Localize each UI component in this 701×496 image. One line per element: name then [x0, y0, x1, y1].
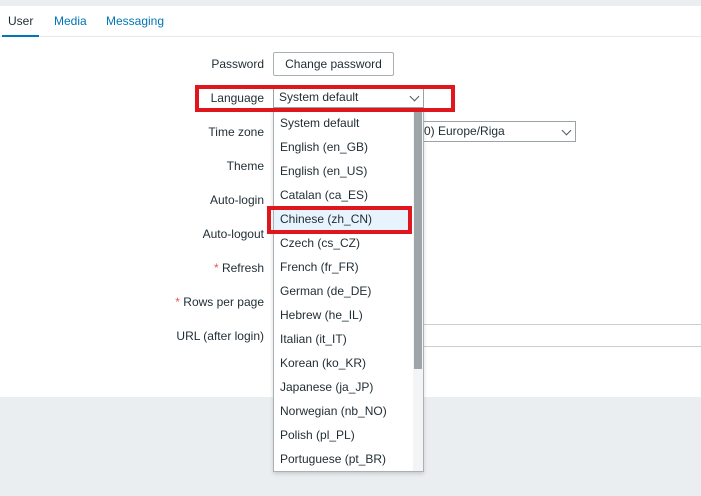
language-select[interactable]: System default [273, 87, 424, 108]
password-label: Password [211, 57, 264, 71]
chevron-down-icon [409, 91, 420, 102]
language-dropdown-list[interactable]: System default English (en_GB) English (… [273, 109, 424, 472]
language-option[interactable]: Norwegian (nb_NO) [274, 399, 412, 423]
url-after-login-input[interactable] [420, 324, 701, 347]
language-option[interactable]: Polish (pl_PL) [274, 423, 412, 447]
rows-per-page-label: * Rows per page [0, 295, 264, 309]
language-option[interactable]: English (en_US) [274, 159, 412, 183]
rows-per-page-label-text: Rows per page [183, 295, 264, 309]
timezone-label: Time zone [208, 125, 264, 139]
refresh-label: * Refresh [0, 261, 264, 275]
language-option-highlighted[interactable]: Chinese (zh_CN) [274, 207, 412, 231]
change-password-button[interactable]: Change password [273, 52, 394, 76]
tab-user[interactable]: User [2, 6, 40, 37]
language-option[interactable]: French (fr_FR) [274, 255, 412, 279]
required-marker: * [213, 261, 219, 275]
timezone-select-value: 0) Europe/Riga [424, 124, 505, 138]
language-option[interactable]: Catalan (ca_ES) [274, 183, 412, 207]
language-option[interactable]: System default [274, 111, 412, 135]
autologin-label: Auto-login [209, 193, 264, 207]
language-option[interactable]: Korean (ko_KR) [274, 351, 412, 375]
required-marker: * [175, 295, 180, 309]
language-option[interactable]: Italian (it_IT) [274, 327, 412, 351]
theme-label: Theme [226, 159, 264, 173]
language-option[interactable]: Portuguese (pt_BR) [274, 447, 412, 471]
dropdown-scrollbar[interactable] [413, 110, 423, 471]
autologout-label: Auto-logout [202, 227, 264, 241]
language-option[interactable]: German (de_DE) [274, 279, 412, 303]
tab-media[interactable]: Media [48, 6, 93, 37]
language-option[interactable]: English (en_GB) [274, 135, 412, 159]
chevron-down-icon [561, 125, 572, 136]
language-option[interactable]: Czech (cs_CZ) [274, 231, 412, 255]
language-option[interactable]: Japanese (ja_JP) [274, 375, 412, 399]
scrollbar-thumb[interactable] [414, 111, 422, 369]
url-after-login-label: URL (after login) [176, 329, 264, 343]
timezone-select[interactable]: 0) Europe/Riga [420, 121, 576, 142]
tab-bar: User Media Messaging [0, 6, 701, 37]
refresh-label-text: Refresh [221, 261, 264, 275]
language-label: Language [210, 91, 264, 105]
language-option[interactable]: Hebrew (he_IL) [274, 303, 412, 327]
language-select-value: System default [279, 90, 359, 104]
tab-messaging[interactable]: Messaging [100, 6, 170, 37]
